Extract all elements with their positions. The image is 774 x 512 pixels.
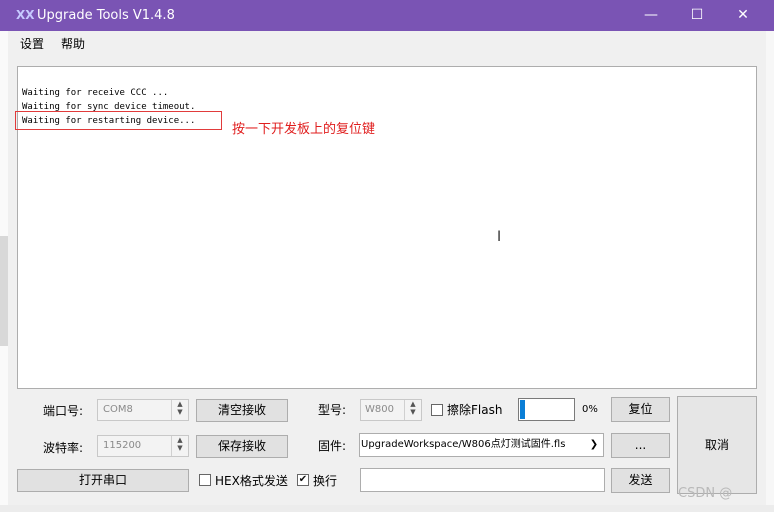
baud-label: 波特率:: [43, 441, 84, 455]
erase-flash-checkbox[interactable]: [431, 404, 443, 416]
text-cursor-icon: I: [497, 229, 502, 245]
close-icon[interactable]: ✕: [720, 0, 766, 31]
highlight-box: [15, 111, 222, 130]
spin-icon[interactable]: ▲ ▼: [171, 400, 188, 420]
send-button[interactable]: 发送: [611, 468, 670, 493]
reset-button[interactable]: 复位: [611, 397, 670, 422]
port-label: 端口号:: [43, 404, 84, 418]
progress-fill: [520, 400, 525, 419]
check-icon: ✔: [298, 474, 308, 485]
watermark: CSDN @: [678, 486, 733, 501]
firmware-value: UpgradeWorkspace/W806点灯测试固件.fls: [361, 439, 566, 450]
newline-label: 换行: [313, 474, 338, 488]
model-value: W800: [365, 404, 394, 415]
progress-bar: [518, 398, 575, 421]
clear-receive-button[interactable]: 清空接收: [196, 399, 288, 422]
port-select[interactable]: COM8 ▲ ▼: [97, 399, 189, 421]
window-bottom-edge: [0, 505, 774, 512]
firmware-select[interactable]: UpgradeWorkspace/W806点灯测试固件.fls ❯: [359, 433, 604, 457]
window-right-edge: [766, 31, 774, 512]
hex-send-checkbox[interactable]: [199, 474, 211, 486]
log-line: Waiting for receive CCC ...: [22, 88, 169, 98]
send-input[interactable]: [360, 468, 605, 492]
annotation-text: 按一下开发板上的复位键: [232, 122, 376, 137]
open-port-button[interactable]: 打开串口: [17, 469, 189, 492]
newline-checkbox[interactable]: ✔: [297, 474, 309, 486]
cancel-button[interactable]: 取消: [677, 396, 757, 494]
menu-bar: [8, 31, 766, 57]
spin-icon[interactable]: ▲ ▼: [171, 436, 188, 456]
spin-icon[interactable]: ▲ ▼: [404, 400, 421, 420]
hex-send-label: HEX格式发送: [215, 474, 288, 488]
chevron-down-icon[interactable]: ❯: [585, 434, 603, 456]
maximize-icon[interactable]: ☐: [674, 0, 720, 31]
model-select[interactable]: W800 ▲ ▼: [360, 399, 422, 421]
model-label: 型号:: [318, 403, 347, 417]
baud-select[interactable]: 115200 ▲ ▼: [97, 435, 189, 457]
browse-button[interactable]: ...: [611, 433, 670, 458]
port-value: COM8: [103, 404, 133, 415]
save-receive-button[interactable]: 保存接收: [196, 435, 288, 458]
background-window-strip: [0, 236, 8, 346]
app-icon: XX: [16, 8, 35, 22]
menu-settings[interactable]: 设置: [20, 37, 44, 51]
erase-flash-label: 擦除Flash: [447, 403, 503, 417]
progress-percent: 0%: [582, 404, 598, 415]
baud-value: 115200: [103, 440, 142, 451]
menu-help[interactable]: 帮助: [61, 37, 85, 51]
minimize-icon[interactable]: —: [628, 0, 674, 31]
window-title: Upgrade Tools V1.4.8: [37, 8, 175, 23]
firmware-label: 固件:: [318, 439, 347, 453]
